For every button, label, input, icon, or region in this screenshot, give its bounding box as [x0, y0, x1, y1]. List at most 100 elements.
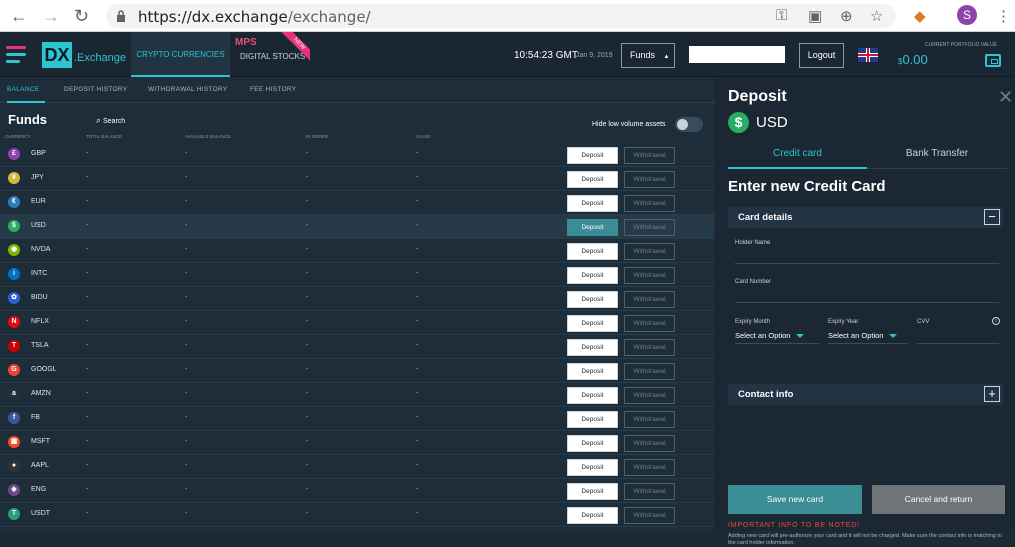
deposit-button[interactable]: Deposit: [567, 171, 618, 188]
deposit-button[interactable]: Deposit: [567, 195, 618, 212]
collapse-minus-icon[interactable]: −: [984, 209, 1000, 225]
top-navbar: DX .Exchange CRYPTO CURRENCIES MPS DIGIT…: [0, 32, 1015, 77]
expiry-year-select[interactable]: Select an Option: [828, 331, 898, 340]
tab-withdrawal-history[interactable]: WITHDRAWAL HISTORY: [148, 77, 228, 103]
withdrawal-button[interactable]: Withdrawal: [624, 483, 675, 500]
translate-icon[interactable]: ▣: [808, 7, 822, 25]
tab-balance[interactable]: BALANCE: [7, 77, 45, 103]
currency-code: AMZN: [31, 390, 51, 397]
deposit-button[interactable]: Deposit: [567, 339, 618, 356]
table-row: a AMZN - - - - Deposit Withdrawal: [0, 383, 714, 407]
withdrawal-button[interactable]: Withdrawal: [624, 411, 675, 428]
hide-low-volume-toggle[interactable]: [675, 117, 703, 132]
tab-digital-stocks[interactable]: MPS DIGITAL STOCKS NEW: [230, 32, 310, 77]
value: -: [416, 486, 419, 493]
info-icon[interactable]: i: [992, 317, 1000, 325]
funds-dropdown[interactable]: Funds ▲: [621, 43, 675, 68]
profile-avatar[interactable]: S: [957, 5, 977, 25]
cvv-input[interactable]: [917, 343, 999, 344]
tab-crypto-currencies[interactable]: CRYPTO CURRENCIES: [131, 32, 230, 77]
col-available-balance: AVAILABLE BALANCE: [185, 134, 231, 139]
deposit-button[interactable]: Deposit: [567, 459, 618, 476]
wallet-icon[interactable]: [985, 54, 1001, 67]
caret-down-icon: [889, 334, 898, 339]
withdrawal-button[interactable]: Withdrawal: [624, 435, 675, 452]
currency-code: MSFT: [31, 438, 51, 445]
uk-flag-icon[interactable]: [858, 48, 878, 62]
total-balance: -: [86, 390, 89, 397]
total-balance: -: [86, 198, 89, 205]
holder-name-input[interactable]: [735, 263, 999, 264]
expand-plus-icon[interactable]: +: [984, 386, 1000, 402]
withdrawal-button[interactable]: Withdrawal: [624, 291, 675, 308]
total-balance: -: [86, 294, 89, 301]
close-icon[interactable]: ✕: [998, 87, 1013, 108]
cancel-button[interactable]: Cancel and return: [872, 485, 1005, 514]
in-order: -: [306, 342, 309, 349]
currency-icon: ✿: [8, 292, 20, 304]
deposit-button[interactable]: Deposit: [567, 291, 618, 308]
deposit-button[interactable]: Deposit: [567, 267, 618, 284]
tab-credit-card[interactable]: Credit card: [728, 139, 867, 169]
deposit-button[interactable]: Deposit: [567, 435, 618, 452]
user-name-box[interactable]: [689, 46, 785, 63]
contact-info-section[interactable]: Contact info +: [728, 384, 1003, 405]
deposit-button[interactable]: Deposit: [567, 507, 618, 524]
currency-code: BIDU: [31, 294, 48, 301]
withdrawal-button[interactable]: Withdrawal: [624, 363, 675, 380]
search-box[interactable]: ⌕ Search: [96, 115, 125, 126]
deposit-button[interactable]: Deposit: [567, 483, 618, 500]
value: -: [416, 270, 419, 277]
deposit-button[interactable]: Deposit: [567, 315, 618, 332]
expiry-month-select[interactable]: Select an Option: [735, 331, 805, 340]
currency-icon: T: [8, 508, 20, 520]
withdrawal-button[interactable]: Withdrawal: [624, 147, 675, 164]
withdrawal-button[interactable]: Withdrawal: [624, 243, 675, 260]
deposit-button[interactable]: Deposit: [567, 363, 618, 380]
zoom-icon[interactable]: ⊕: [840, 7, 853, 25]
deposit-button[interactable]: Deposit: [567, 147, 618, 164]
in-order: -: [306, 246, 309, 253]
total-balance: -: [86, 342, 89, 349]
key-icon[interactable]: ⚿: [776, 7, 787, 24]
withdrawal-button[interactable]: Withdrawal: [624, 459, 675, 476]
table-row: G GOOGL - - - - Deposit Withdrawal: [0, 359, 714, 383]
tab-fee-history[interactable]: FEE HISTORY: [250, 77, 296, 103]
withdrawal-button[interactable]: Withdrawal: [624, 171, 675, 188]
withdrawal-button[interactable]: Withdrawal: [624, 315, 675, 332]
expiry-year-label: Expiry Year: [828, 319, 859, 325]
total-balance: -: [86, 246, 89, 253]
important-info-title: IMPORTANT INFO TO BE NOTED!: [728, 522, 860, 529]
deposit-button[interactable]: Deposit: [567, 387, 618, 404]
logout-button[interactable]: Logout: [799, 43, 844, 68]
hamburger-menu-icon[interactable]: [6, 46, 26, 67]
save-card-button[interactable]: Save new card: [728, 485, 862, 514]
available-balance: -: [185, 462, 188, 469]
card-number-input[interactable]: [735, 302, 999, 303]
withdrawal-button[interactable]: Withdrawal: [624, 507, 675, 524]
tab-deposit-history[interactable]: DEPOSIT HISTORY: [64, 77, 127, 103]
back-arrow-icon[interactable]: ←: [10, 6, 28, 26]
holder-name-label: Holder Name: [735, 240, 771, 246]
withdrawal-button[interactable]: Withdrawal: [624, 387, 675, 404]
deposit-button[interactable]: Deposit: [567, 243, 618, 260]
table-row: T USDT - - - - Deposit Withdrawal: [0, 503, 714, 527]
withdrawal-button[interactable]: Withdrawal: [624, 339, 675, 356]
tab-bank-transfer[interactable]: Bank Transfer: [867, 139, 1007, 169]
withdrawal-button[interactable]: Withdrawal: [624, 267, 675, 284]
currency-code: USD: [31, 222, 46, 229]
withdrawal-button[interactable]: Withdrawal: [624, 195, 675, 212]
deposit-button[interactable]: Deposit: [567, 411, 618, 428]
col-in-order: IN ORDER: [306, 134, 329, 139]
in-order: -: [306, 174, 309, 181]
withdrawal-button[interactable]: Withdrawal: [624, 219, 675, 236]
reload-icon[interactable]: ↻: [74, 6, 89, 26]
bookmark-star-icon[interactable]: ☆: [870, 7, 883, 25]
forward-arrow-icon[interactable]: →: [42, 6, 60, 26]
deposit-button[interactable]: Deposit: [567, 219, 618, 236]
kebab-menu-icon[interactable]: ⋮: [996, 7, 1011, 25]
card-details-section[interactable]: Card details −: [728, 207, 1003, 228]
enter-card-heading: Enter new Credit Card: [728, 178, 886, 195]
available-balance: -: [185, 414, 188, 421]
metamask-fox-icon[interactable]: ◆: [914, 7, 926, 25]
